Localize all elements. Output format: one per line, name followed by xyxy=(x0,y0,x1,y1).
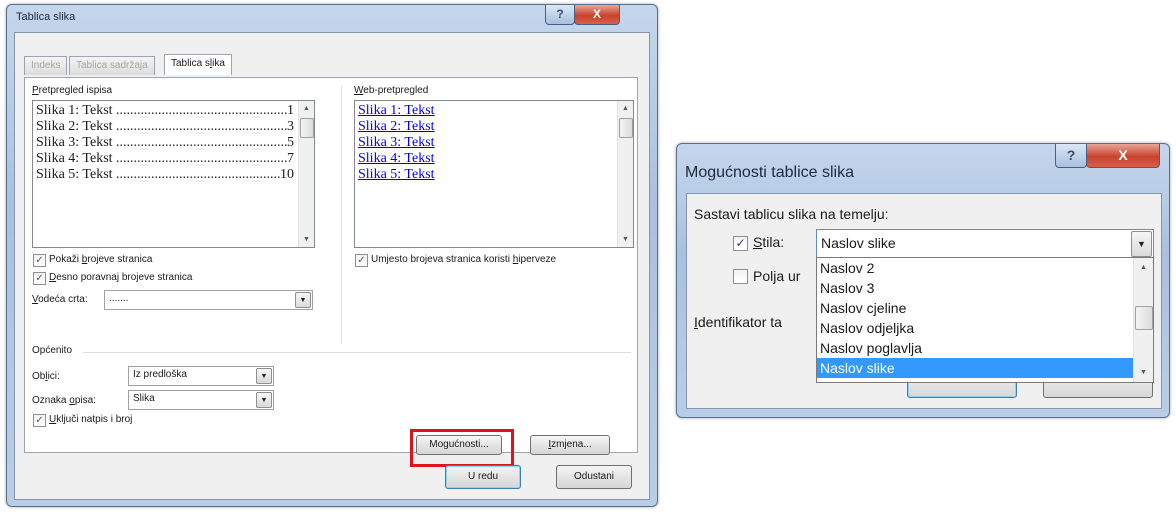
close-icon[interactable]: X xyxy=(574,5,620,25)
leader-select[interactable]: ....... ▼ xyxy=(104,290,313,310)
scroll-down-icon[interactable]: ▼ xyxy=(1134,363,1153,382)
tab-table-of-figures[interactable]: Tablica slika xyxy=(164,54,232,75)
web-preview-list[interactable]: Slika 1: Tekst Slika 2: Tekst Slika 3: T… xyxy=(354,100,634,248)
web-preview-link[interactable]: Slika 1: Tekst xyxy=(358,103,435,119)
format-select[interactable]: Iz predloška ▼ xyxy=(128,366,274,386)
chevron-down-icon[interactable]: ▼ xyxy=(256,392,272,408)
leader-value: ....... xyxy=(109,293,129,304)
chevron-down-icon[interactable]: ▼ xyxy=(1131,231,1152,257)
include-label-checkbox[interactable]: ✓ xyxy=(33,414,46,427)
scroll-thumb[interactable] xyxy=(1135,306,1153,330)
cancel-button[interactable]: Odustani xyxy=(556,465,632,489)
general-divider xyxy=(83,352,631,353)
show-page-numbers-checkbox[interactable]: ✓ xyxy=(33,254,46,267)
dropdown-option[interactable]: Naslov 3 xyxy=(817,278,1133,298)
list-item: Slika 3: Tekst .........................… xyxy=(36,135,294,150)
dialog-title: Tablica slika xyxy=(16,11,76,23)
general-section-label: Općenito xyxy=(32,345,73,356)
ok-button[interactable]: U redu xyxy=(445,465,521,489)
right-align-checkbox[interactable]: ✓ xyxy=(33,272,46,285)
use-hyperlinks-checkbox[interactable]: ✓ xyxy=(355,254,368,267)
print-preview-label: Pretpregled ispisa xyxy=(32,85,113,96)
dropdown-option[interactable]: Naslov 2 xyxy=(817,258,1133,278)
scroll-up-icon[interactable]: ▲ xyxy=(618,101,633,116)
help-icon[interactable]: ? xyxy=(545,5,575,25)
style-select[interactable]: Naslov slike ▼ xyxy=(816,229,1154,259)
print-preview-list[interactable]: Slika 1: Tekst .........................… xyxy=(32,100,315,248)
help-icon[interactable]: ? xyxy=(1055,144,1087,168)
scroll-up-icon[interactable]: ▲ xyxy=(299,101,314,116)
dropdown-option-selected[interactable]: Naslov slike xyxy=(817,358,1133,378)
table-entry-fields-checkbox[interactable] xyxy=(733,269,748,284)
list-item: Slika 4: Tekst .........................… xyxy=(36,151,294,166)
dropdown-option[interactable]: Naslov cjeline xyxy=(817,298,1133,318)
use-hyperlinks-label: Umjesto brojeva stranica koristi hiperve… xyxy=(371,254,557,265)
web-preview-link[interactable]: Slika 4: Tekst xyxy=(358,151,435,167)
list-item: Slika 2: Tekst .........................… xyxy=(36,119,294,134)
scroll-down-icon[interactable]: ▼ xyxy=(618,232,633,247)
scroll-thumb[interactable] xyxy=(300,118,314,138)
dropdown-option[interactable]: Naslov odjeljka xyxy=(817,318,1133,338)
list-item: Slika 1: Tekst .........................… xyxy=(36,103,294,118)
tab-index[interactable]: Indeks xyxy=(24,56,68,75)
identifier-label: Identifikator ta xyxy=(694,314,782,330)
table-of-figures-options-dialog: Mogućnosti tablice slika ? X Sastavi tab… xyxy=(676,143,1170,418)
options-button[interactable]: Mogućnosti... xyxy=(416,435,502,455)
modify-button[interactable]: Izmjena... xyxy=(530,435,610,455)
build-from-label: Sastavi tablicu slika na temelju: xyxy=(694,206,889,222)
tab-table-of-contents[interactable]: Tablica sadržaja xyxy=(69,56,155,75)
table-of-figures-dialog: Tablica slika ? X Indeks Tablica sadržaj… xyxy=(6,4,658,507)
scroll-thumb[interactable] xyxy=(619,118,633,138)
style-label: Stila: xyxy=(753,234,785,250)
web-preview-link[interactable]: Slika 2: Tekst xyxy=(358,119,435,135)
tab-strip: Indeks Tablica sadržaja Tablica slika xyxy=(24,54,584,78)
tab-panel: Pretpregled ispisa Slika 1: Tekst ......… xyxy=(24,77,638,467)
scroll-up-icon[interactable]: ▲ xyxy=(1134,258,1153,277)
caption-label: Oznaka opisa: xyxy=(32,395,96,406)
options-dialog-body: Sastavi tablicu slika na temelju: ✓ Stil… xyxy=(686,193,1162,409)
style-checkbox[interactable]: ✓ xyxy=(733,236,748,251)
close-icon[interactable]: X xyxy=(1086,144,1160,168)
web-preview-link[interactable]: Slika 5: Tekst xyxy=(358,167,435,183)
leader-label: Vodeća crta: xyxy=(32,294,88,305)
list-item: Slika 5: Tekst .........................… xyxy=(36,167,294,182)
right-align-label: Desno poravnaj brojeve stranica xyxy=(49,272,193,283)
table-entry-fields-label: Polja ur xyxy=(753,268,801,284)
vertical-divider xyxy=(341,86,342,344)
web-preview-scrollbar[interactable]: ▲ ▼ xyxy=(617,101,633,247)
include-label-text: Uključi natpis i broj xyxy=(49,414,133,425)
caption-value: Slika xyxy=(133,393,155,404)
style-dropdown-list[interactable]: Naslov 2 Naslov 3 Naslov cjeline Naslov … xyxy=(816,257,1154,383)
web-preview-label: Web-pretpregled xyxy=(354,85,429,96)
web-preview-link[interactable]: Slika 3: Tekst xyxy=(358,135,435,151)
style-value: Naslov slike xyxy=(821,235,896,251)
show-page-numbers-label: Pokaži brojeve stranica xyxy=(49,254,153,265)
print-preview-scrollbar[interactable]: ▲ ▼ xyxy=(298,101,314,247)
format-value: Iz predloška xyxy=(133,369,187,380)
chevron-down-icon[interactable]: ▼ xyxy=(295,292,311,308)
scroll-down-icon[interactable]: ▼ xyxy=(299,232,314,247)
options-dialog-title: Mogućnosti tablice slika xyxy=(685,164,854,181)
caption-select[interactable]: Slika ▼ xyxy=(128,390,274,410)
format-label: Oblici: xyxy=(32,371,60,382)
chevron-down-icon[interactable]: ▼ xyxy=(256,368,272,384)
dialog-body: Indeks Tablica sadržaja Tablica slika Pr… xyxy=(14,32,650,500)
dropdown-option[interactable]: Naslov poglavlja xyxy=(817,338,1133,358)
dropdown-scrollbar[interactable]: ▲ ▼ xyxy=(1133,258,1153,382)
